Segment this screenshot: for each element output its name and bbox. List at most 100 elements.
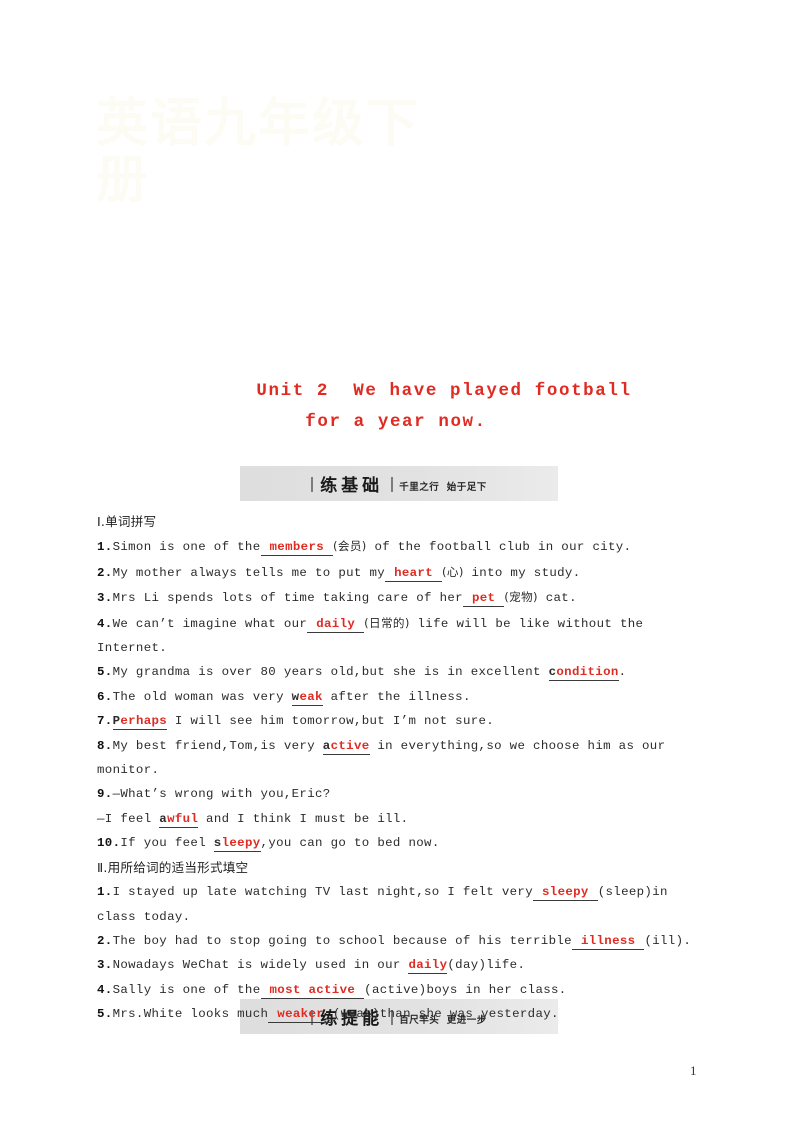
question-item: 5.My grandma is over 80 years old,but sh… bbox=[97, 660, 707, 684]
question-text: We can’t imagine what our bbox=[112, 616, 308, 631]
answer-inline: active bbox=[322, 738, 370, 755]
answer-filled-text: erhaps bbox=[120, 714, 168, 729]
chinese-hint: (心) bbox=[442, 564, 464, 579]
question-text: If you feel bbox=[120, 836, 214, 851]
question-text: Mrs.White looks much bbox=[112, 1007, 269, 1022]
question-item: 4.Sally is one of the most active (active)… bbox=[97, 978, 707, 1002]
answer-blank: weaker bbox=[268, 1007, 334, 1024]
question-text: (ill). bbox=[644, 933, 692, 948]
question-item: 8.My best friend,Tom,is very active in e… bbox=[97, 734, 707, 783]
question-text: —What’s wrong with you,Eric? bbox=[112, 787, 331, 802]
chinese-hint: (宠物) bbox=[504, 590, 538, 605]
exercise-content: Ⅰ.单词拼写 1.Simon is one of the members (会员) … bbox=[97, 510, 707, 1027]
answer-blank: most active bbox=[260, 982, 365, 999]
question-item: 3.Nowadays WeChat is widely used in our … bbox=[97, 953, 707, 977]
question-text: My best friend,Tom,is very bbox=[112, 738, 323, 753]
question-text: Mrs Li spends lots of time taking care o… bbox=[112, 591, 463, 606]
question-number: 3. bbox=[97, 591, 113, 606]
question-item: 10.If you feel sleepy,you can go to bed … bbox=[97, 831, 707, 855]
part-2-heading: Ⅱ.用所给词的适当形式填空 bbox=[97, 859, 249, 875]
question-text: Sally is one of the bbox=[112, 982, 261, 997]
question-item: 3.Mrs Li spends lots of time taking care… bbox=[97, 585, 707, 610]
answer-given-letter: a bbox=[322, 738, 331, 753]
question-number: 3. bbox=[97, 958, 113, 973]
question-number: 4. bbox=[97, 982, 113, 997]
answer-filled-text: eak bbox=[299, 689, 323, 704]
page-title: Unit 2 We have played football for a yea… bbox=[0, 376, 800, 438]
question-text: —I feel bbox=[97, 811, 160, 826]
question-text: (weak)than she was yesterday. bbox=[333, 1007, 559, 1022]
page-number: 1 bbox=[690, 1063, 697, 1078]
answer-filled-text: wful bbox=[167, 811, 199, 826]
answer-given-letter: s bbox=[213, 836, 222, 851]
question-number: 6. bbox=[97, 689, 113, 704]
question-text: My mother always tells me to put my bbox=[112, 565, 386, 580]
part-2-question-list: 1.I stayed up late watching TV last nigh… bbox=[97, 880, 707, 1026]
part-1-question-list: 1.Simon is one of the members (会员) of the … bbox=[97, 534, 707, 855]
question-text: and I think I must be ill. bbox=[198, 811, 409, 826]
question-text: The boy had to stop going to school beca… bbox=[112, 933, 572, 948]
answer-inline: Perhaps bbox=[112, 714, 168, 731]
question-text: ,you can go to bed now. bbox=[260, 836, 440, 851]
question-text: My grandma is over 80 years old,but she … bbox=[112, 665, 549, 680]
answer-filled-text: leepy bbox=[221, 836, 261, 851]
answer-filled-text: ctive bbox=[330, 738, 370, 753]
question-text: The old woman was very bbox=[112, 689, 292, 704]
answer-inline: awful bbox=[159, 811, 199, 828]
question-number: 8. bbox=[97, 738, 113, 753]
question-text: (active)boys in her class. bbox=[364, 982, 567, 997]
question-item: 7.Perhaps I will see him tomorrow,but I’… bbox=[97, 709, 707, 733]
answer-blank: illness bbox=[571, 933, 645, 950]
question-item: 5.Mrs.White looks much weaker (weak)than s… bbox=[97, 1002, 707, 1026]
section-header-subtitle-1: 千里之行 始于足下 bbox=[399, 481, 487, 493]
bar-tick-left-icon bbox=[311, 477, 314, 492]
question-number: 2. bbox=[97, 933, 113, 948]
answer-given-letter: a bbox=[159, 811, 168, 826]
question-text: of the football club in our city. bbox=[366, 540, 632, 555]
question-number: 4. bbox=[97, 616, 113, 631]
background-watermark: 英语九年级下册 bbox=[96, 94, 421, 210]
part-1-heading: Ⅰ.单词拼写 bbox=[97, 514, 157, 529]
question-item: 4.We can’t imagine what our daily (日常的) li… bbox=[97, 611, 707, 661]
answer-inline: weak bbox=[291, 689, 323, 706]
answer-blank: daily bbox=[307, 616, 365, 633]
chinese-hint: (会员) bbox=[333, 539, 367, 554]
question-item: 2.My mother always tells me to put my hea… bbox=[97, 560, 707, 585]
answer-inline: condition bbox=[548, 665, 619, 682]
question-text: into my study. bbox=[463, 565, 581, 580]
answer-filled-text: ondition bbox=[556, 665, 619, 680]
question-number: 2. bbox=[97, 565, 113, 580]
answer-blank: sleepy bbox=[533, 885, 598, 902]
question-number: 5. bbox=[97, 1007, 113, 1022]
bar-tick-right-icon bbox=[391, 477, 394, 492]
question-item: 2.The boy had to stop going to school be… bbox=[97, 929, 707, 953]
question-item: 6.The old woman was very weak after the … bbox=[97, 685, 707, 709]
question-item: 9.—What’s wrong with you,Eric? bbox=[97, 782, 707, 806]
question-text: Nowadays WeChat is widely used in our bbox=[112, 958, 409, 973]
page-title-line-2: for a year now. bbox=[305, 412, 487, 432]
question-text: Simon is one of the bbox=[112, 540, 261, 555]
question-item: —I feel awful and I think I must be ill. bbox=[97, 807, 707, 831]
question-item: 1.I stayed up late watching TV last nigh… bbox=[97, 880, 707, 929]
answer-blank: members bbox=[260, 540, 334, 557]
chinese-hint: (日常的) bbox=[364, 615, 410, 630]
answer-blank: pet bbox=[462, 591, 505, 608]
question-number: 5. bbox=[97, 665, 113, 680]
question-number: 1. bbox=[97, 540, 113, 555]
section-header-practice-basics: 练基础 千里之行 始于足下 bbox=[240, 466, 558, 501]
page-title-line-1: Unit 2 We have played football bbox=[256, 381, 632, 401]
answer-blank: heart bbox=[385, 565, 443, 582]
answer-inline: daily bbox=[408, 958, 448, 975]
question-text: after the illness. bbox=[322, 689, 471, 704]
question-text: I will see him tomorrow,but I’m not sure… bbox=[167, 714, 495, 729]
question-text: . bbox=[618, 665, 627, 680]
answer-inline: sleepy bbox=[213, 836, 261, 853]
question-number: 7. bbox=[97, 714, 113, 729]
worksheet-page: 英语九年级下册 Unit 2 We have played football f… bbox=[0, 0, 800, 1132]
question-number: 1. bbox=[97, 885, 113, 900]
section-header-title-1: 练基础 bbox=[320, 476, 384, 496]
question-text: (day)life. bbox=[447, 958, 526, 973]
question-number: 9. bbox=[97, 787, 113, 802]
question-number: 10. bbox=[97, 836, 121, 851]
question-item: 1.Simon is one of the members (会员) of the … bbox=[97, 534, 707, 559]
